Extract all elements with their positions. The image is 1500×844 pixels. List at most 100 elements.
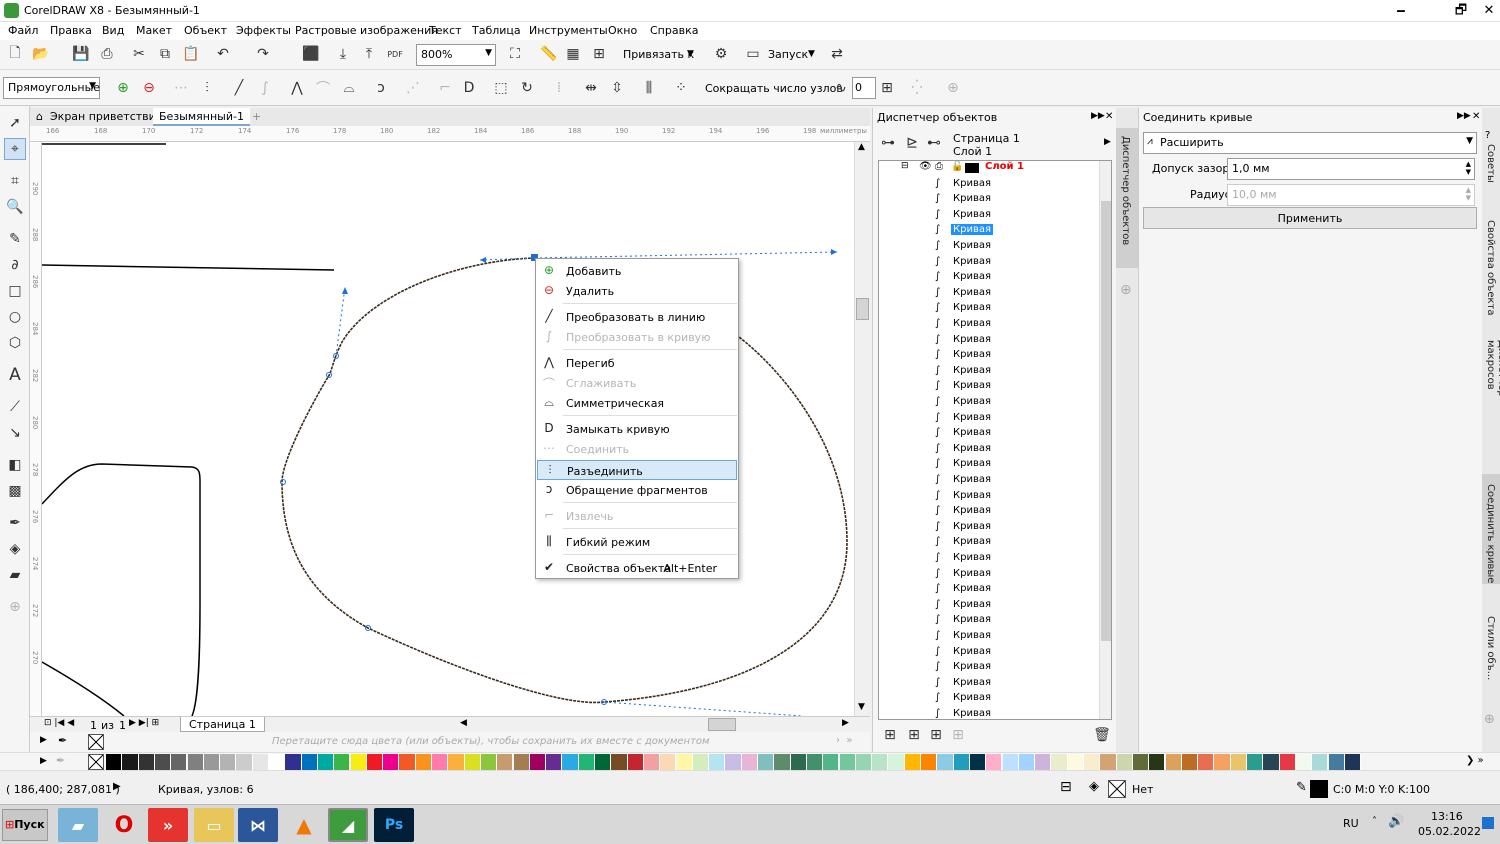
copy-icon[interactable]: ⧉: [154, 43, 176, 65]
vertical-scrollbar[interactable]: ▲ ▼: [854, 142, 870, 716]
tree-item[interactable]: ∫ Кривая: [879, 442, 1099, 458]
search-content-icon[interactable]: ⬛: [300, 43, 322, 65]
new-layer-icon[interactable]: ⊞: [879, 724, 901, 746]
palette-swatch[interactable]: [1132, 754, 1150, 770]
palette-swatch[interactable]: [1263, 754, 1280, 770]
palette-swatch[interactable]: [317, 754, 335, 770]
menu-effects[interactable]: Эффекты: [236, 24, 291, 37]
symmetric-node-icon[interactable]: ⌓: [338, 77, 360, 99]
palette-swatch[interactable]: [350, 754, 367, 770]
page-tab[interactable]: Страница 1: [180, 717, 265, 732]
vertical-scroll-thumb[interactable]: [856, 298, 869, 320]
palette-swatch[interactable]: [1312, 754, 1329, 770]
grid-icon[interactable]: ▦: [562, 43, 584, 65]
menu-bitmaps[interactable]: Растровые изображения: [295, 24, 438, 37]
apply-button[interactable]: Применить: [1143, 207, 1477, 229]
taskbar-coreldraw-icon[interactable]: ◢: [328, 808, 368, 842]
palette-swatch[interactable]: [1084, 754, 1101, 770]
menu-object[interactable]: Объект: [184, 24, 227, 37]
tree-item[interactable]: ∫ Кривая: [879, 551, 1099, 567]
tab-object-manager[interactable]: Диспетчер объектов: [1116, 128, 1138, 268]
new-master-layer-icon[interactable]: ⊞: [903, 724, 925, 746]
panel-collapse-icon[interactable]: ▶▶: [1457, 111, 1471, 121]
tree-item[interactable]: ∫ Кривая: [879, 364, 1099, 380]
redo-icon[interactable]: ↷: [252, 43, 274, 65]
tree-item[interactable]: ∫ Кривая: [879, 504, 1099, 520]
scroll-up-icon[interactable]: ▲: [858, 142, 865, 152]
palette-swatch[interactable]: [1181, 754, 1199, 770]
no-fill-swatch[interactable]: [88, 754, 104, 770]
application-launcher-icon[interactable]: ▭: [742, 43, 764, 65]
palette-swatch[interactable]: [1051, 754, 1068, 770]
palette-swatch[interactable]: [432, 754, 449, 770]
panel-collapse-icon[interactable]: ▶▶: [1091, 111, 1105, 121]
control-handle-arrow[interactable]: [480, 257, 486, 263]
add-tab-button[interactable]: +: [246, 108, 267, 126]
tree-item[interactable]: ∫ Кривая: [879, 535, 1099, 551]
tree-item[interactable]: ∫ Кривая: [879, 613, 1099, 629]
tab-welcome[interactable]: Экран приветствия: [44, 108, 168, 126]
palette-swatch[interactable]: [692, 754, 710, 770]
tree-item[interactable]: ∫ Кривая: [879, 301, 1099, 317]
palette-swatch[interactable]: [497, 754, 514, 770]
eye-icon[interactable]: 👁: [919, 161, 932, 172]
add-node-icon[interactable]: ⊕: [112, 77, 134, 99]
undo-icon[interactable]: ↶: [212, 43, 234, 65]
tray-expand-icon[interactable]: ˄: [1372, 816, 1377, 827]
eyedropper-icon[interactable]: ✒: [4, 512, 26, 534]
doc-palette-scroll-icon[interactable]: › »: [836, 735, 852, 746]
show-properties-icon[interactable]: ⊶: [877, 132, 899, 154]
options-gear-icon[interactable]: ⚙: [710, 43, 732, 65]
palette-swatch[interactable]: [611, 754, 628, 770]
palette-swatch[interactable]: [1214, 754, 1231, 770]
palette-swatch[interactable]: [383, 754, 400, 770]
palette-swatch[interactable]: [1247, 754, 1264, 770]
palette-swatch[interactable]: [513, 754, 530, 770]
add-docker-plus-icon[interactable]: ⊕: [1484, 712, 1495, 727]
curve-smoothness-input[interactable]: 0: [852, 77, 876, 99]
shape-tool-icon[interactable]: ⌖: [4, 138, 26, 160]
delete-trash-icon[interactable]: 🗑: [1091, 724, 1113, 746]
palette-swatch[interactable]: [122, 754, 139, 770]
taskbar-explorer-icon[interactable]: ▭: [194, 808, 234, 842]
mirror-vertical-icon[interactable]: ⇳: [606, 77, 628, 99]
new-document-icon[interactable]: 🗋: [4, 43, 26, 65]
close-curve-icon[interactable]: D: [458, 77, 480, 99]
palette-swatch[interactable]: [1116, 754, 1133, 770]
cusp-node-icon[interactable]: ⋀: [286, 77, 308, 99]
transparency-icon[interactable]: ▩: [4, 480, 26, 502]
palette-swatch[interactable]: [1230, 754, 1247, 770]
tree-item[interactable]: ∫ Кривая: [879, 489, 1099, 505]
palette-swatch[interactable]: [969, 754, 987, 770]
taskbar-vscode-icon[interactable]: ⋈: [238, 808, 278, 842]
menu-item-close-curve[interactable]: D Замыкать кривую: [537, 419, 737, 439]
full-screen-icon[interactable]: ⛶: [504, 43, 526, 65]
tree-item[interactable]: ∫ Кривая: [879, 520, 1099, 536]
new-master-odd-icon[interactable]: ⊞: [925, 724, 947, 746]
menu-item-to-line[interactable]: ╱ Преобразовать в линию: [537, 307, 737, 327]
palette-swatch[interactable]: [187, 754, 204, 770]
tree-item[interactable]: ∫ Кривая: [879, 348, 1099, 364]
rotate-nodes-icon[interactable]: ↻: [516, 77, 538, 99]
palette-swatch[interactable]: [1002, 754, 1019, 770]
palette-swatch[interactable]: [1328, 754, 1345, 770]
tab-object-properties[interactable]: Свойства объекта: [1482, 218, 1500, 318]
palette-swatch[interactable]: [660, 754, 677, 770]
menu-tools[interactable]: Инструменты: [529, 24, 608, 37]
palette-swatch[interactable]: [953, 754, 970, 770]
ellipse-tool-icon[interactable]: ○: [4, 306, 26, 328]
clock-time[interactable]: 13:16: [1431, 810, 1463, 823]
tree-item[interactable]: ∫ Кривая: [879, 567, 1099, 583]
palette-swatch[interactable]: [1100, 754, 1117, 770]
radius-input[interactable]: 10,0 мм ▲ ▼: [1227, 184, 1475, 206]
tree-item[interactable]: ∫ Кривая: [879, 660, 1099, 676]
palette-swatch[interactable]: [415, 754, 432, 770]
palette-swatch[interactable]: [725, 754, 742, 770]
menu-table[interactable]: Таблица: [472, 24, 521, 37]
smooth-node-icon[interactable]: ⌒: [312, 77, 334, 99]
menu-text[interactable]: Текст: [429, 24, 462, 37]
start-button[interactable]: ⊞Пуск: [2, 809, 48, 841]
tree-item[interactable]: ∫ Кривая: [879, 286, 1099, 302]
print-icon[interactable]: ⎙: [96, 43, 118, 65]
palette-swatch[interactable]: [774, 754, 791, 770]
